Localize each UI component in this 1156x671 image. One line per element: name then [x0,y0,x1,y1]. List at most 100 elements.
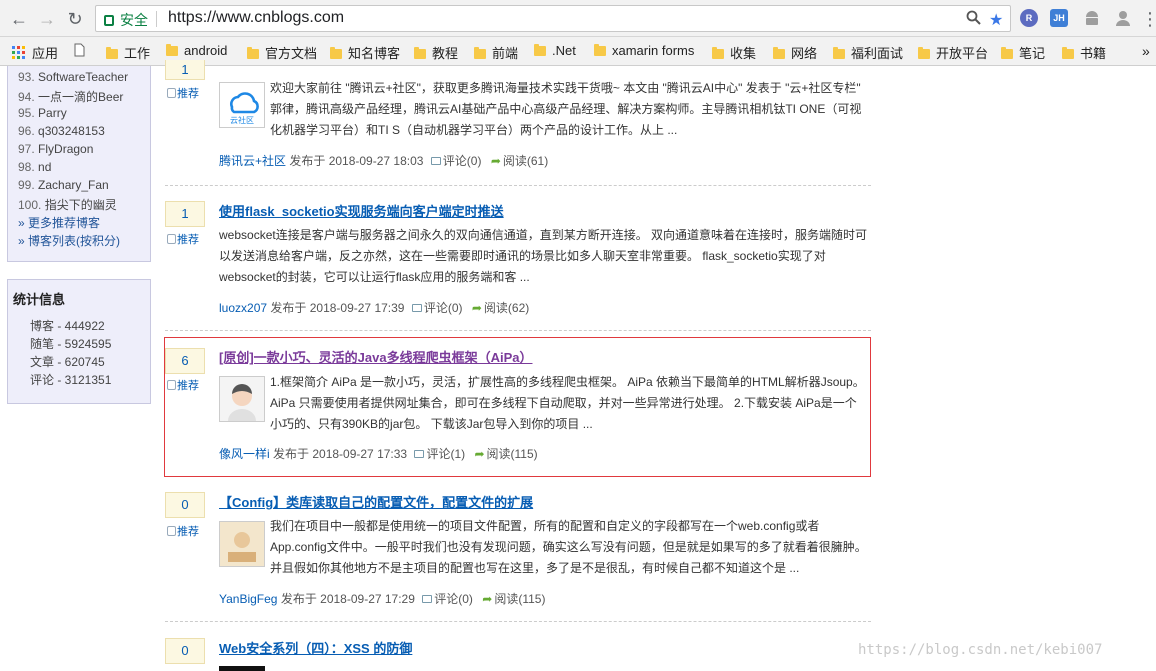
watermark: https://blog.csdn.net/kebi007 [858,642,1103,658]
post-meta: 腾讯云+社区 发布于 2018-09-27 18:03 评论(0) ➦ 阅读(61… [219,152,548,169]
comment-icon [430,157,441,165]
post-item: 1 推荐 云社区 欢迎大家前往 "腾讯云+社区"，获取更多腾讯海量技术实践干货哦… [165,55,871,180]
recommend-button[interactable]: 推荐 [167,231,205,247]
post-title-link[interactable]: [原创]一款小巧、灵活的Java多线程爬虫框架（AiPa） [219,347,532,366]
profile-icon[interactable] [1114,9,1132,27]
recommend-button[interactable]: 推荐 [167,85,205,101]
extension-jh-icon[interactable]: JH [1050,9,1068,27]
post-item-highlighted: 6 推荐 [原创]一款小巧、灵活的Java多线程爬虫框架（AiPa） 1.框架简… [164,337,871,477]
blogger-name[interactable]: FlyDragon [38,142,93,156]
post-author[interactable]: YanBigFeg [219,592,277,606]
recommend-label: 推荐 [177,88,199,100]
avatar[interactable] [219,376,265,422]
read-arrow-icon: ➦ [490,154,501,168]
recommend-label: 推荐 [177,234,199,246]
read-arrow-icon: ➦ [474,447,485,461]
post-meta: YanBigFeg 发布于 2018-09-27 17:29 评论(0) ➦ 阅读… [219,590,545,607]
post-date: 发布于 2018-09-27 17:39 [270,301,405,315]
post-item: 1 推荐 使用flask_socketio实现服务端向客户端定时推送 webso… [165,201,871,347]
bookmark-folder-books[interactable]: 书籍 [1062,43,1106,61]
read-count[interactable]: 阅读(62) [484,301,529,315]
bookmark-folder-notes[interactable]: 笔记 [1001,43,1045,61]
post-summary: 欢迎大家前往 "腾讯云+社区"，获取更多腾讯海量技术实践干货哦~ 本文由 "腾讯… [270,81,862,137]
blogger-item[interactable]: 96. q303248153 [18,124,105,138]
blogger-name[interactable]: q303248153 [38,124,105,138]
blogger-item[interactable]: 94. 一点一滴的Beer [18,88,123,105]
digg-count[interactable]: 0 [165,492,205,518]
bookmark-folder-openplatform[interactable]: 开放平台 [918,43,988,61]
post-author[interactable]: 腾讯云+社区 [219,154,286,168]
comment-count[interactable]: 评论(0) [434,592,473,606]
post-title-link[interactable]: 【Config】类库读取自己的配置文件，配置文件的扩展 [219,492,533,511]
comment-icon [414,450,425,458]
avatar[interactable] [219,521,265,567]
blogger-name[interactable]: SoftwareTeacher [38,70,128,84]
thumbs-up-icon [167,88,176,98]
read-count[interactable]: 阅读(115) [494,592,545,606]
blogger-item[interactable]: 98. nd [18,160,51,174]
bookmark-star-icon[interactable]: ★ [989,10,1003,30]
digg-count[interactable]: 0 [165,638,205,664]
secure-indicator[interactable]: 安全 [104,10,148,30]
folder-icon [1062,47,1074,59]
url-text[interactable]: https://www.cnblogs.com [168,9,344,27]
comment-count[interactable]: 评论(1) [426,447,465,461]
blogger-item[interactable]: 95. Parry [18,106,67,120]
thumbs-up-icon [167,380,176,390]
android-icon[interactable] [1083,9,1101,27]
bookmark-label: 工作 [124,46,151,61]
blogger-name[interactable]: nd [38,160,51,174]
blogger-name[interactable]: 指尖下的幽灵 [45,198,117,212]
comment-count[interactable]: 评论(0) [424,301,463,315]
blogger-list-link[interactable]: » 博客列表(按积分) [18,232,120,249]
secure-label: 安全 [120,12,148,28]
more-recommended-link[interactable]: » 更多推荐博客 [18,214,100,231]
author-photo [220,377,264,421]
search-icon[interactable] [966,10,981,30]
statistics-panel: 统计信息 博客 - 444922 随笔 - 5924595 文章 - 62074… [7,279,151,404]
recommend-button[interactable]: 推荐 [167,377,205,393]
rank: 93. [18,70,35,84]
read-count[interactable]: 阅读(61) [503,154,548,168]
menu-icon[interactable]: ⋮ [1141,8,1156,30]
thumbs-up-icon [167,234,176,244]
bookmark-page[interactable] [74,43,85,61]
bookmark-label: 开放平台 [936,46,989,61]
blogger-name[interactable]: Parry [38,106,67,120]
read-count[interactable]: 阅读(115) [487,447,538,461]
recommend-label: 推荐 [177,526,199,538]
post-title-link[interactable]: Web安全系列（四）：XSS 的防御 [219,638,412,657]
stat-posts: 随笔 - 5924595 [30,337,112,351]
blogger-item[interactable]: 99. Zachary_Fan [18,178,109,192]
extension-r-icon[interactable]: R [1020,9,1038,27]
blogger-name[interactable]: Zachary_Fan [38,178,109,192]
post-item: 0 推荐 【Config】类库读取自己的配置文件，配置文件的扩展 我们在项目中一… [165,492,871,638]
comment-count[interactable]: 评论(0) [443,154,482,168]
address-bar[interactable]: 安全 https://www.cnblogs.com ★ [95,5,1011,32]
bookmark-apps[interactable]: 应用 [12,43,58,61]
blogger-name[interactable]: 一点一滴的Beer [38,90,123,104]
rank: 99. [18,178,35,192]
digg-count[interactable]: 1 [165,201,205,227]
post-author[interactable]: luozx207 [219,301,267,315]
bookmark-folder-work[interactable]: 工作 [106,43,150,61]
blogger-item[interactable]: 93. SoftwareTeacher [18,70,128,84]
avatar[interactable]: 云社区 [219,82,265,128]
recommend-button[interactable]: 推荐 [167,523,205,539]
avatar[interactable] [219,666,265,671]
bookmark-label: 笔记 [1019,46,1046,61]
comment-icon [422,595,433,603]
post-title-link[interactable]: 使用flask_socketio实现服务端向客户端定时推送 [219,201,504,220]
post-divider [165,330,871,331]
post-summary: 1.框架简介 AiPa 是一款小巧，灵活，扩展性高的多线程爬虫框架。 AiPa … [270,375,865,431]
bookmarks-overflow-button[interactable]: » [1142,43,1150,61]
post-author[interactable]: 像风一样i [219,447,270,461]
blogger-item[interactable]: 100. 指尖下的幽灵 [18,196,117,213]
blogger-item[interactable]: 97. FlyDragon [18,142,93,156]
reload-button[interactable]: ↻ [64,8,86,30]
digg-count[interactable]: 6 [165,348,205,374]
forward-button[interactable]: → [36,8,58,30]
back-button[interactable]: ← [8,8,30,30]
digg-count[interactable]: 1 [165,60,205,80]
rank: 98. [18,160,35,174]
